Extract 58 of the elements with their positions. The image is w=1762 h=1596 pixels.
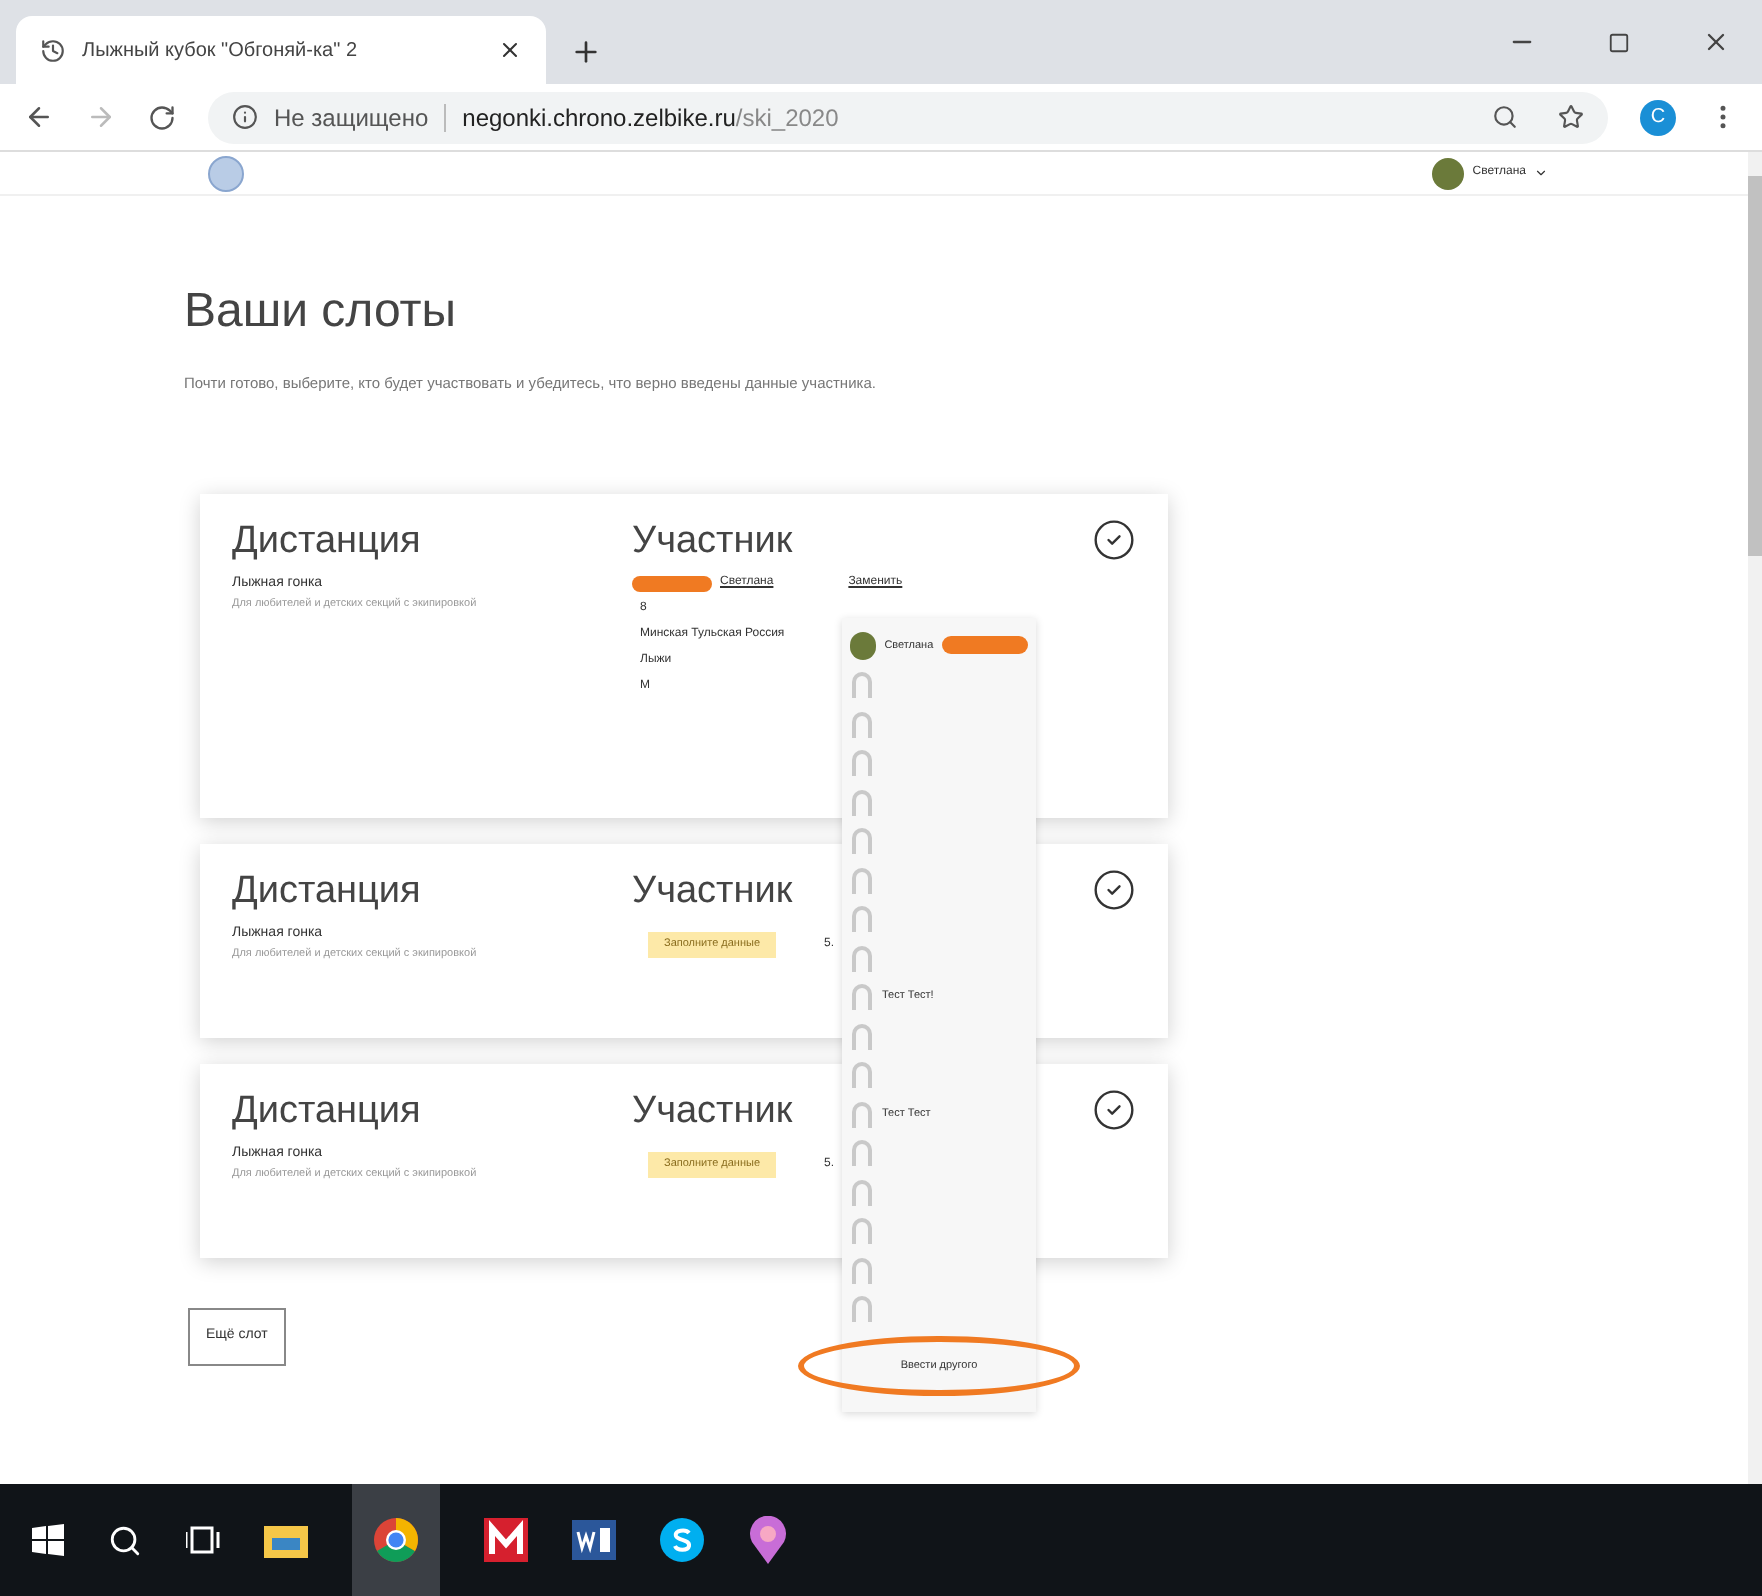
user-avatar [850, 631, 877, 660]
participant-heading: Участник [632, 518, 793, 567]
browser-tab[interactable]: Лыжный кубок "Обгоняй-ка" 2 [16, 16, 546, 84]
address-field[interactable]: Не защищено negonki.chrono.zelbike.ru/ski_2020 [208, 91, 1608, 143]
page-title: Ваши слоты [184, 282, 459, 342]
distance-heading: Дистанция [232, 518, 423, 567]
tab-title: Лыжный кубок "Обгоняй-ка" 2 [82, 37, 359, 65]
person-silhouette-icon [850, 1060, 874, 1089]
user-avatar [1432, 157, 1465, 189]
maximize-icon[interactable] [1608, 31, 1630, 53]
m-letter-app-icon[interactable] [484, 1518, 528, 1562]
history-icon [40, 37, 66, 63]
person-silhouette-icon [850, 904, 874, 933]
search-icon[interactable] [108, 1523, 142, 1557]
bookmark-star-icon[interactable] [1558, 104, 1584, 130]
browser-app-icon[interactable] [374, 1518, 418, 1562]
person-silhouette-icon [850, 1294, 874, 1323]
participant-heading: Участник [632, 1088, 793, 1137]
distance-heading: Дистанция [232, 1088, 423, 1137]
person-silhouette-icon [850, 670, 874, 699]
redaction-mark [941, 636, 1028, 655]
map-pin-app-icon[interactable] [748, 1516, 788, 1564]
zoom-icon[interactable] [1492, 104, 1518, 130]
close-tab-icon[interactable] [498, 38, 522, 62]
person-silhouette-icon [850, 709, 874, 738]
distance-heading: Дистанция [232, 868, 423, 917]
task-view-icon[interactable] [186, 1524, 220, 1556]
windows-start-icon[interactable] [32, 1524, 64, 1556]
person-silhouette-icon [850, 865, 874, 894]
back-icon[interactable] [24, 102, 54, 132]
person-silhouette-icon [850, 982, 874, 1011]
person-silhouette-icon [850, 1138, 874, 1167]
url-text: negonki.chrono.zelbike.ru/ski_2020 [462, 101, 839, 135]
person-silhouette-icon [850, 1021, 874, 1050]
participant-heading: Участник [632, 868, 793, 917]
redaction-mark [632, 575, 712, 592]
security-label: Не защищено [274, 101, 429, 135]
caret-icon [1534, 166, 1548, 180]
scrollbar[interactable] [1748, 152, 1762, 1484]
profile-avatar[interactable]: С [1640, 99, 1676, 135]
info-icon [232, 104, 258, 130]
person-silhouette-icon [850, 1177, 874, 1206]
folder-icon[interactable] [264, 1522, 308, 1558]
reload-icon[interactable] [148, 103, 176, 131]
new-tab-icon[interactable] [570, 36, 602, 68]
skype-app-icon[interactable] [660, 1518, 704, 1562]
check-circle-icon[interactable] [1092, 868, 1136, 913]
word-app-icon[interactable] [572, 1520, 616, 1560]
person-silhouette-icon [850, 1255, 874, 1284]
person-silhouette-icon [850, 748, 874, 777]
close-window-icon[interactable] [1702, 28, 1730, 56]
person-silhouette-icon [850, 1099, 874, 1128]
person-silhouette-icon [850, 787, 874, 816]
person-silhouette-icon [850, 1216, 874, 1245]
person-silhouette-icon [850, 826, 874, 855]
check-circle-icon[interactable] [1092, 518, 1136, 563]
person-silhouette-icon [850, 943, 874, 972]
check-circle-icon[interactable] [1092, 1088, 1136, 1133]
